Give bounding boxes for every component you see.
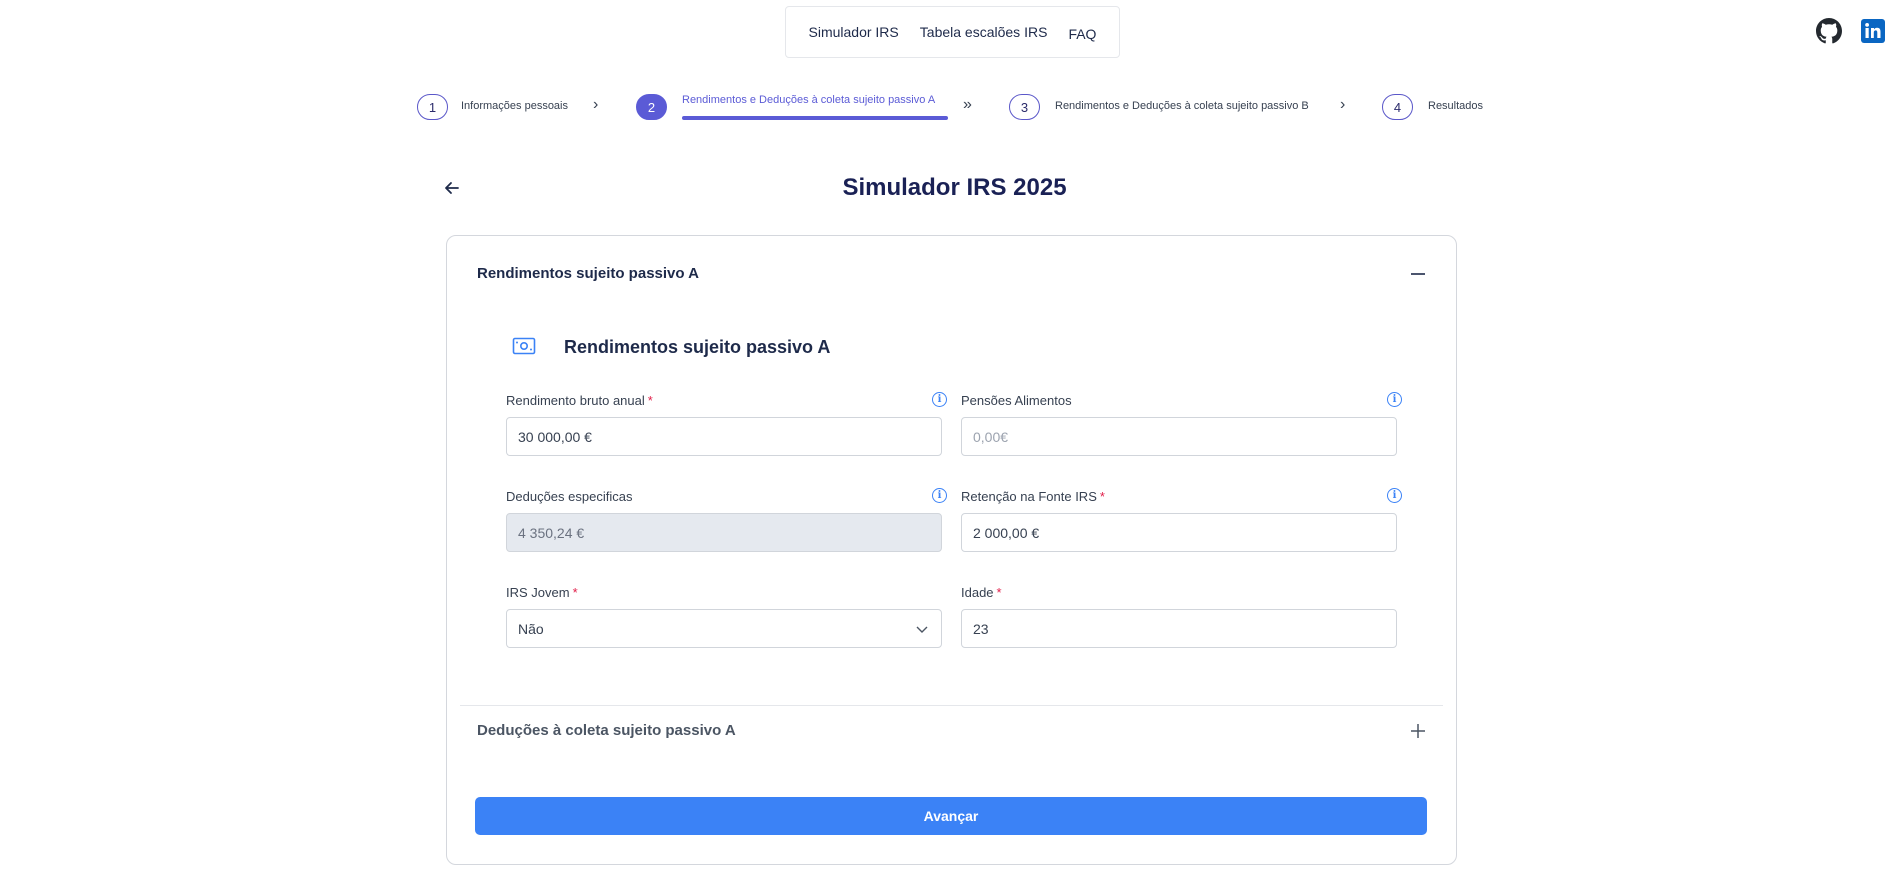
info-icon[interactable]: i <box>932 488 947 503</box>
chevron-right-icon: › <box>1340 96 1346 113</box>
form-card: Rendimentos sujeito passivo A Rendimento… <box>446 235 1457 865</box>
top-nav: Simulador IRS Tabela escalões IRS FAQ <box>785 6 1120 58</box>
retencao-fonte-input[interactable]: 2 000,00 € <box>961 513 1397 552</box>
section-title: Rendimentos sujeito passivo A <box>564 337 831 357</box>
stepper: 1 Informações pessoais › 2 Rendimentos e… <box>0 92 1897 122</box>
step-2-label[interactable]: Rendimentos e Deduções à coleta sujeito … <box>682 94 935 106</box>
pensoes-alimentos-label: Pensões Alimentos <box>961 393 1072 408</box>
rendimento-bruto-label: Rendimento bruto anual * <box>506 393 653 408</box>
step-2-number[interactable]: 2 <box>636 94 667 120</box>
nav-simulador-irs[interactable]: Simulador IRS <box>809 24 899 40</box>
pensoes-alimentos-input[interactable]: 0,00€ <box>961 417 1397 456</box>
info-icon[interactable]: i <box>1387 488 1402 503</box>
info-icon[interactable]: i <box>1387 392 1402 407</box>
step-4-number[interactable]: 4 <box>1382 94 1413 120</box>
deducoes-especificas-label: Deduções especificas <box>506 489 633 504</box>
chevron-right-icon: › <box>593 96 599 113</box>
page-title: Simulador IRS 2025 <box>842 174 1067 201</box>
double-chevron-right-icon: » <box>963 96 972 113</box>
chevron-down-icon <box>915 622 929 636</box>
avancar-button[interactable]: Avançar <box>475 797 1427 835</box>
linkedin-icon[interactable] <box>1860 18 1886 44</box>
info-icon[interactable]: i <box>932 392 947 407</box>
deducoes-especificas-input: 4 350,24 € <box>506 513 942 552</box>
step-3-number[interactable]: 3 <box>1009 94 1040 120</box>
nav-faq[interactable]: FAQ <box>1068 26 1096 42</box>
rendimento-bruto-input[interactable]: 30 000,00 € <box>506 417 942 456</box>
plus-icon[interactable] <box>1410 723 1426 739</box>
active-step-underline <box>682 116 948 120</box>
accordion-header-rendimentos[interactable]: Rendimentos sujeito passivo A <box>477 265 699 282</box>
step-3-label[interactable]: Rendimentos e Deduções à coleta sujeito … <box>1055 100 1309 112</box>
idade-input[interactable]: 23 <box>961 609 1397 648</box>
retencao-fonte-label: Retenção na Fonte IRS * <box>961 489 1105 504</box>
irs-jovem-label: IRS Jovem * <box>506 585 578 600</box>
step-1-number[interactable]: 1 <box>417 94 448 120</box>
nav-tabela-escaloes[interactable]: Tabela escalões IRS <box>920 24 1048 40</box>
accordion-header-deducoes[interactable]: Deduções à coleta sujeito passivo A <box>477 722 736 739</box>
banknote-icon <box>512 336 536 356</box>
irs-jovem-select[interactable]: Não <box>506 609 942 648</box>
step-1-label[interactable]: Informações pessoais <box>461 100 568 112</box>
divider <box>460 705 1443 706</box>
irs-jovem-value: Não <box>518 620 544 637</box>
step-4-label[interactable]: Resultados <box>1428 100 1483 112</box>
idade-label: Idade * <box>961 585 1002 600</box>
github-icon[interactable] <box>1816 18 1842 44</box>
minus-icon[interactable] <box>1410 266 1426 282</box>
